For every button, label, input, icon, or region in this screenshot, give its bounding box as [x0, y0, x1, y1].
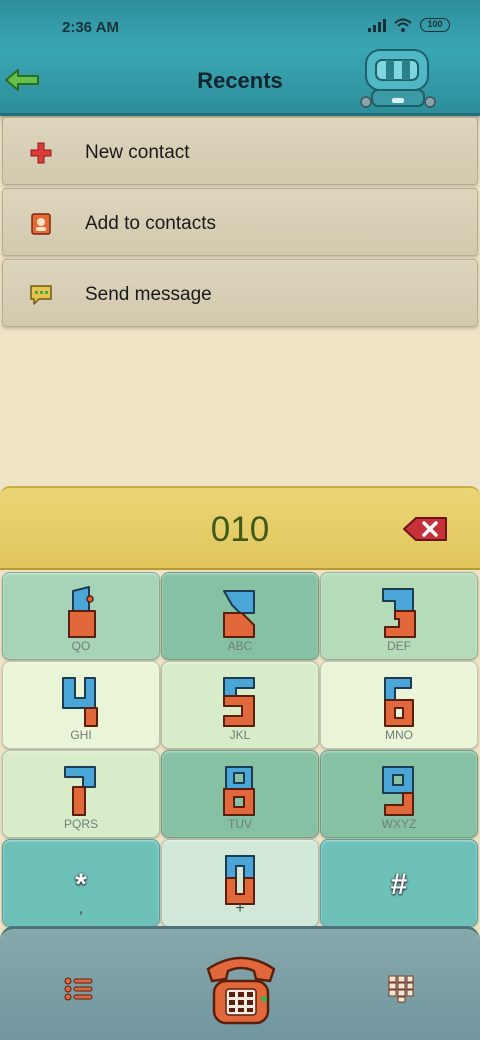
backspace-icon[interactable]: [402, 516, 448, 542]
status-icons: 100: [368, 18, 450, 32]
key-7-letters: PQRS: [63, 817, 98, 831]
add-to-contacts-label: Add to contacts: [85, 213, 216, 234]
key-9[interactable]: WXYZ: [320, 750, 478, 838]
key-5[interactable]: JKL: [161, 661, 319, 749]
key-6[interactable]: MNO: [320, 661, 478, 749]
key-star-sub: ,: [78, 900, 84, 917]
key-2-letters: ABC: [227, 639, 253, 653]
call-log-list-icon[interactable]: [64, 977, 94, 1001]
new-contact-label: New contact: [85, 142, 190, 163]
signal-icon: [368, 18, 386, 32]
hash-symbol: #: [390, 868, 408, 901]
key-5-letters: JKL: [229, 728, 251, 742]
message-bubble-icon: [28, 282, 54, 308]
digit-7-glyph: [64, 766, 96, 816]
star-symbol: *: [75, 868, 87, 901]
key-8-letters: TUV: [228, 817, 252, 831]
key-1-letters: QO: [71, 639, 91, 653]
app-header: 2:36 AM 100 Recents: [0, 0, 480, 116]
battery-icon: 100: [420, 18, 450, 32]
send-message-item[interactable]: Send message: [2, 259, 478, 327]
wifi-icon: [394, 18, 412, 32]
digit-3-glyph: [382, 588, 416, 638]
key-3-letters: DEF: [387, 639, 411, 653]
key-4-letters: GHI: [70, 728, 92, 742]
status-time: 2:36 AM: [62, 19, 119, 36]
key-hash[interactable]: #: [320, 839, 478, 927]
contact-card-icon: [28, 211, 54, 237]
dialpad-toggle-icon[interactable]: [388, 975, 414, 1003]
call-button-phone-icon[interactable]: [204, 951, 278, 1027]
key-3[interactable]: DEF: [320, 572, 478, 660]
key-2[interactable]: ABC: [161, 572, 319, 660]
digit-4-glyph: [62, 677, 98, 727]
key-0[interactable]: +: [161, 839, 319, 927]
number-display: 010: [0, 486, 480, 570]
digit-9-glyph: [382, 766, 414, 816]
status-bar: 2:36 AM 100: [0, 0, 480, 52]
digit-1-glyph: [68, 586, 96, 638]
key-star[interactable]: * ,: [2, 839, 160, 927]
new-contact-item[interactable]: New contact: [2, 117, 478, 185]
digit-6-glyph: [384, 677, 414, 727]
digit-8-glyph: [223, 766, 255, 816]
add-to-contacts-item[interactable]: Add to contacts: [2, 188, 478, 256]
key-8[interactable]: TUV: [161, 750, 319, 838]
key-1[interactable]: QO: [2, 572, 160, 660]
send-message-label: Send message: [85, 284, 212, 305]
key-9-letters: WXYZ: [381, 817, 417, 831]
key-0-sub: +: [235, 900, 245, 917]
bottom-action-bar: [0, 926, 480, 1040]
key-4[interactable]: GHI: [2, 661, 160, 749]
digit-2-glyph: [223, 590, 255, 638]
digit-5-glyph: [223, 677, 255, 727]
plus-icon: [28, 140, 54, 166]
dial-keypad: QO ABC DEF GHI JKL MNO PQRS TUV WXYZ * ,…: [0, 570, 480, 927]
key-6-letters: MNO: [385, 728, 413, 742]
robot-mascot-icon: [360, 49, 436, 108]
key-7[interactable]: PQRS: [2, 750, 160, 838]
